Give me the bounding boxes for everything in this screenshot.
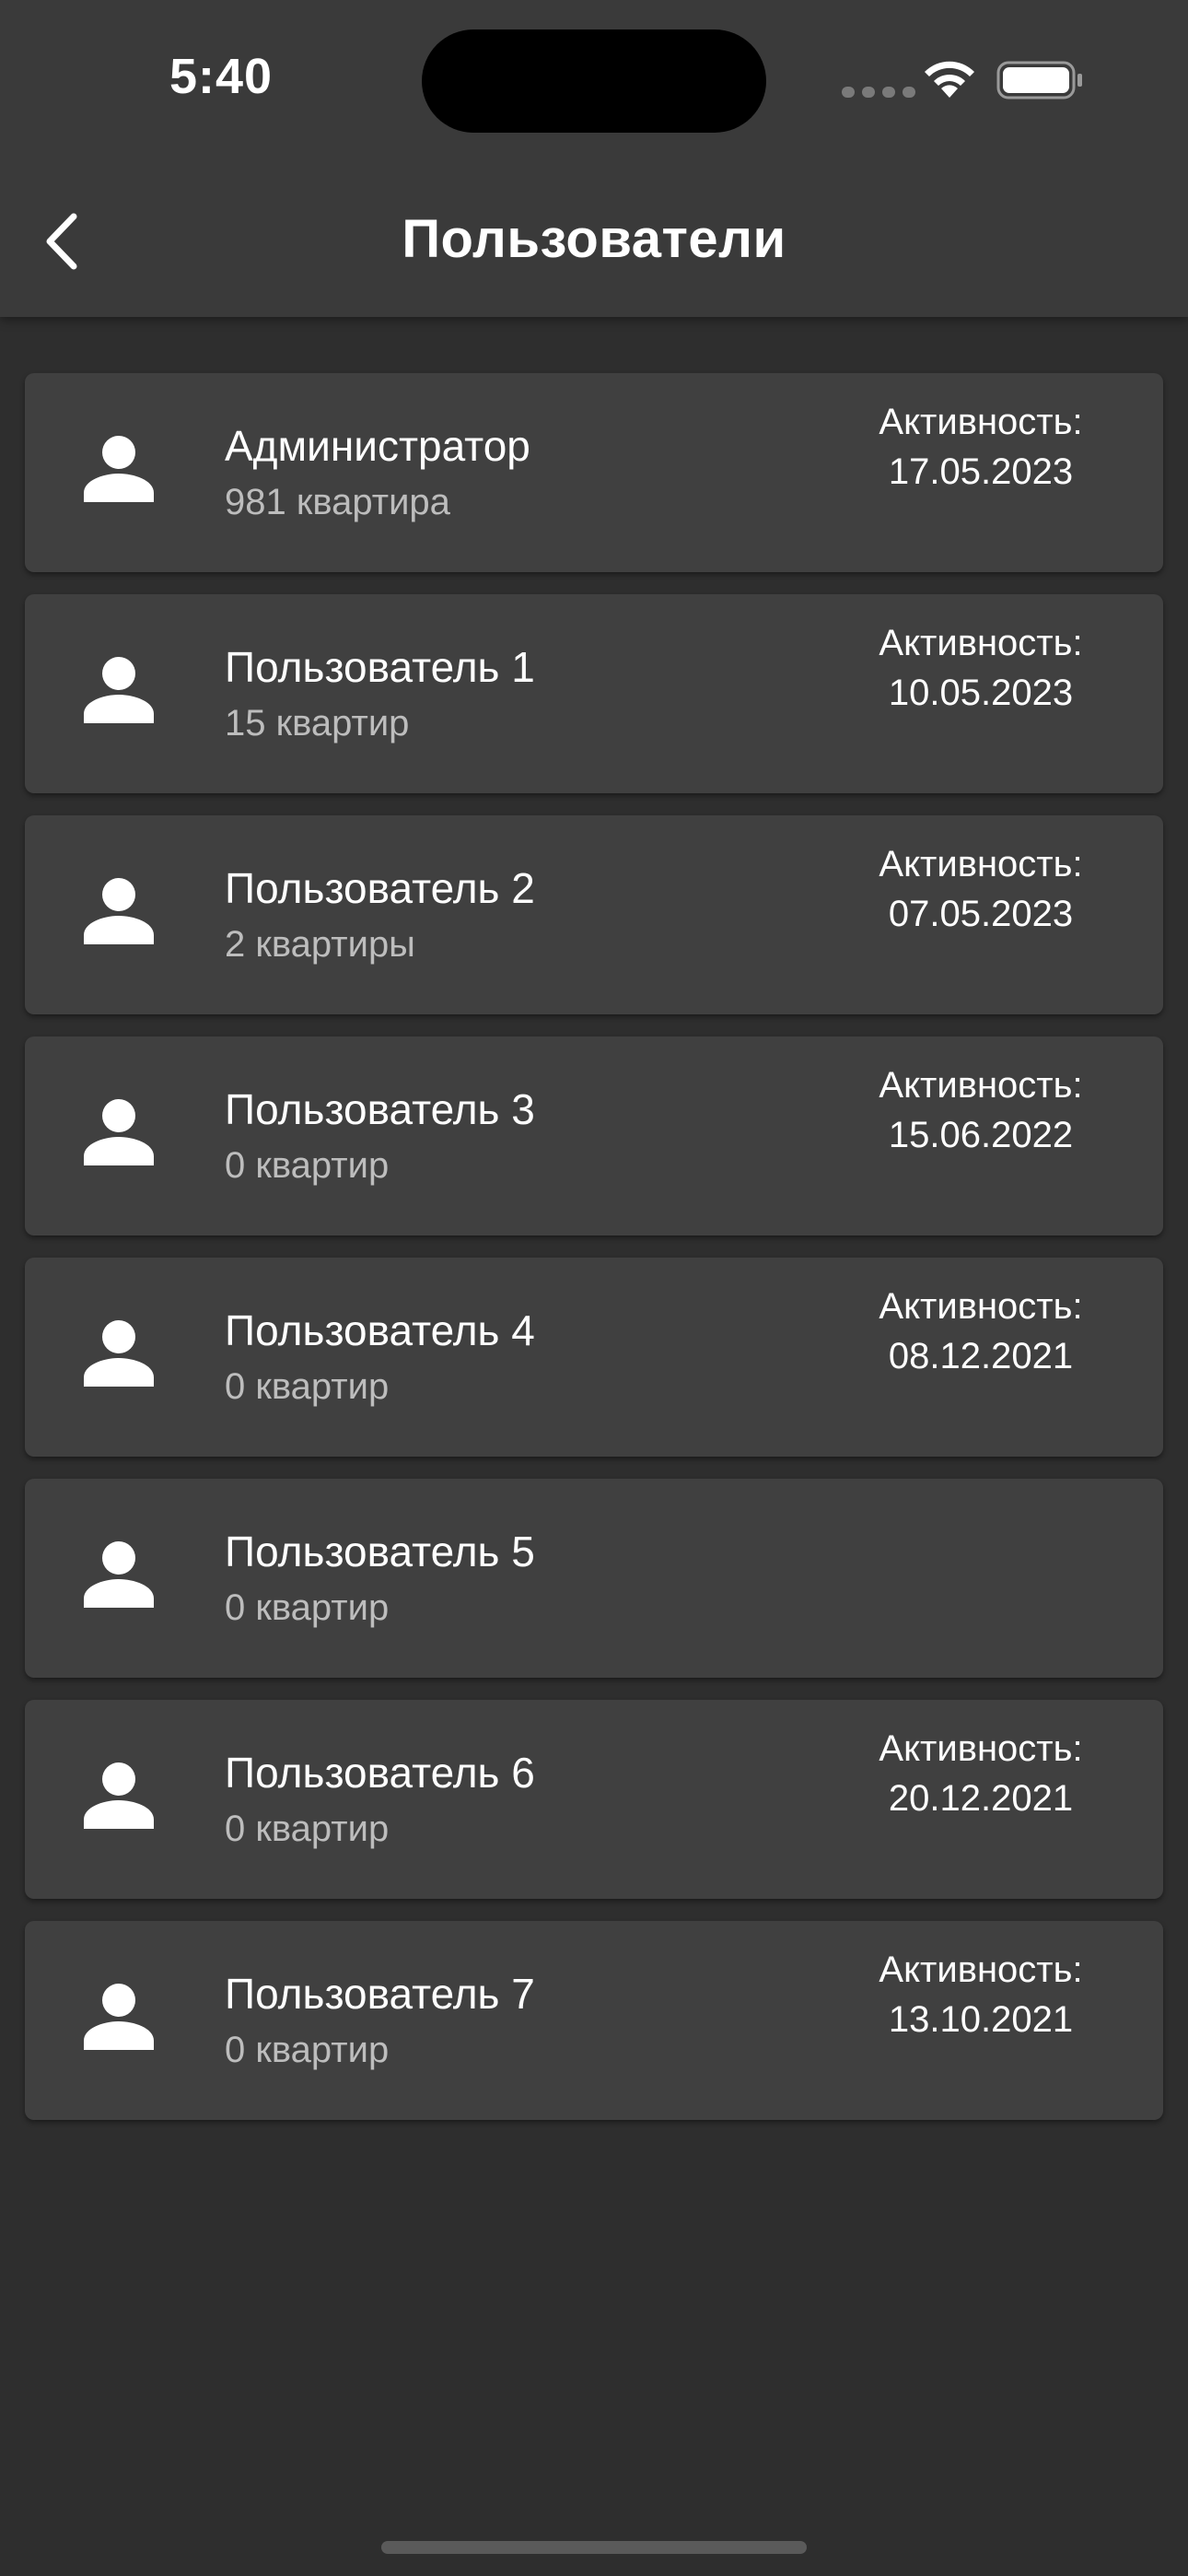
user-name: Пользователь 3 bbox=[225, 1085, 535, 1133]
person-icon bbox=[84, 1762, 154, 1829]
wifi-icon bbox=[925, 61, 974, 98]
person-icon bbox=[84, 1099, 154, 1165]
person-icon bbox=[84, 657, 154, 723]
activity-date: 07.05.2023 bbox=[888, 894, 1074, 934]
user-name: Пользователь 6 bbox=[225, 1749, 535, 1797]
apartment-count: 981 квартира bbox=[225, 482, 450, 522]
activity-label: Активность: bbox=[879, 623, 1083, 663]
apartment-count: 0 квартир bbox=[225, 1809, 390, 1849]
apartment-count: 0 квартир bbox=[225, 2030, 390, 2070]
dynamic-island bbox=[422, 29, 766, 133]
activity-block: Активность: 15.06.2022 bbox=[843, 1060, 1119, 1160]
user-name: Администратор bbox=[225, 422, 530, 470]
activity-date: 17.05.2023 bbox=[888, 451, 1074, 492]
activity-block: Активность: 17.05.2023 bbox=[843, 397, 1119, 497]
user-name: Пользователь 4 bbox=[225, 1306, 535, 1354]
activity-label: Активность: bbox=[879, 1950, 1083, 1990]
person-icon bbox=[84, 878, 154, 944]
user-list-item[interactable]: Пользователь 3 0 квартир Активность: 15.… bbox=[25, 1036, 1163, 1235]
user-list: Администратор 981 квартира Активность: 1… bbox=[25, 373, 1163, 2142]
activity-block: Активность: 10.05.2023 bbox=[843, 618, 1119, 718]
apartment-count: 0 квартир bbox=[225, 1587, 390, 1628]
status-time: 5:40 bbox=[169, 49, 274, 104]
battery-icon bbox=[996, 61, 1082, 100]
activity-label: Активность: bbox=[879, 1286, 1083, 1327]
activity-block: Активность: 08.12.2021 bbox=[843, 1282, 1119, 1381]
activity-block: Активность: 13.10.2021 bbox=[843, 1945, 1119, 2044]
person-icon bbox=[84, 1541, 154, 1608]
user-list-item[interactable]: Пользователь 4 0 квартир Активность: 08.… bbox=[25, 1258, 1163, 1457]
home-indicator[interactable] bbox=[381, 2541, 807, 2554]
activity-date: 15.06.2022 bbox=[888, 1115, 1074, 1155]
person-icon bbox=[84, 1984, 154, 2050]
activity-date: 08.12.2021 bbox=[888, 1336, 1074, 1376]
user-name: Пользователь 2 bbox=[225, 864, 535, 912]
activity-date: 13.10.2021 bbox=[888, 1999, 1074, 2040]
apartment-count: 2 квартиры bbox=[225, 924, 415, 965]
activity-label: Активность: bbox=[879, 1065, 1083, 1106]
user-list-item[interactable]: Пользователь 6 0 квартир Активность: 20.… bbox=[25, 1700, 1163, 1899]
activity-block: Активность: 20.12.2021 bbox=[843, 1724, 1119, 1823]
user-list-item[interactable]: Пользователь 2 2 квартиры Активность: 07… bbox=[25, 815, 1163, 1014]
user-name: Пользователь 1 bbox=[225, 643, 535, 691]
page-title: Пользователи bbox=[402, 209, 786, 269]
user-name: Пользователь 7 bbox=[225, 1970, 535, 2018]
apartment-count: 0 квартир bbox=[225, 1145, 390, 1186]
app-header: 5:40 Пользователи bbox=[0, 0, 1188, 317]
user-list-item[interactable]: Пользователь 7 0 квартир Активность: 13.… bbox=[25, 1921, 1163, 2120]
apartment-count: 0 квартир bbox=[225, 1366, 390, 1407]
person-icon bbox=[84, 1320, 154, 1387]
activity-block: Активность: 07.05.2023 bbox=[843, 839, 1119, 939]
user-list-item[interactable]: Пользователь 5 0 квартир bbox=[25, 1479, 1163, 1678]
user-list-item[interactable]: Администратор 981 квартира Активность: 1… bbox=[25, 373, 1163, 572]
activity-label: Активность: bbox=[879, 402, 1083, 442]
apartment-count: 15 квартир bbox=[225, 703, 410, 744]
activity-label: Активность: bbox=[879, 1728, 1083, 1769]
user-list-item[interactable]: Пользователь 1 15 квартир Активность: 10… bbox=[25, 594, 1163, 793]
activity-date: 10.05.2023 bbox=[888, 673, 1074, 713]
activity-label: Активность: bbox=[879, 844, 1083, 884]
users-screen: 5:40 Пользователи Администратор 981 квар… bbox=[0, 0, 1188, 2576]
activity-date: 20.12.2021 bbox=[888, 1778, 1074, 1819]
cellular-signal-icon bbox=[842, 87, 915, 98]
person-icon bbox=[84, 436, 154, 502]
user-name: Пользователь 5 bbox=[225, 1528, 535, 1575]
